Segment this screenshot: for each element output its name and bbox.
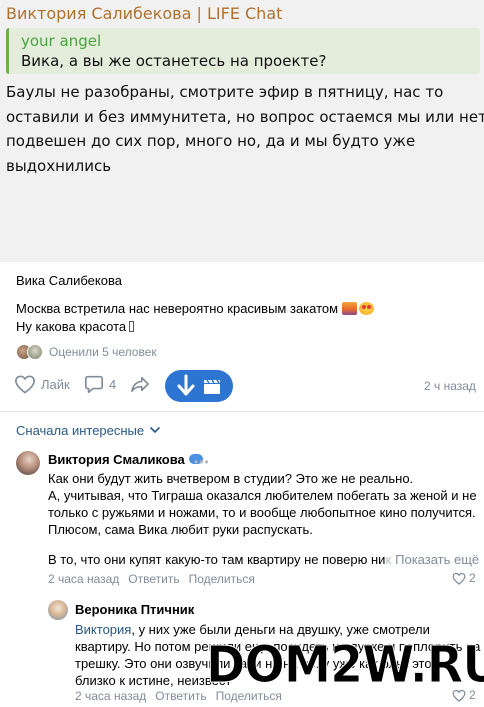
- chat-message-text: Баулы не разобраны, смотрите эфир в пятн…: [6, 80, 484, 178]
- quoted-text: Вика, а вы же останетесь на проекте?: [21, 52, 327, 70]
- comment-timestamp[interactable]: 2 часа назад: [75, 689, 146, 703]
- chat-title: Виктория Салибекова | LIFE Chat: [6, 4, 283, 23]
- reply-button[interactable]: Ответить: [155, 689, 206, 703]
- comment-text-fragment: , у них уже были деньги на двушку, уже с…: [131, 622, 430, 637]
- comment-text-line: только с ружьями и ножами, то и вообще л…: [48, 505, 476, 520]
- more-options-icon[interactable]: •••: [194, 455, 210, 469]
- post-text-line-1: Москва встретила нас невероятно красивым…: [16, 301, 339, 316]
- like-label: Лайк: [41, 376, 70, 392]
- site-watermark: DOM2W.RU: [206, 636, 484, 696]
- liker-avatar: [27, 344, 43, 360]
- missing-glyph-icon: [129, 321, 135, 332]
- comment-button[interactable]: 4: [84, 374, 116, 394]
- comment-author[interactable]: Вероника Птичник: [75, 602, 194, 617]
- chat-message-line: выдохнились: [6, 156, 112, 175]
- post-divider: [0, 411, 484, 412]
- comment-author[interactable]: Виктория Смаликова: [48, 452, 203, 467]
- heart-eyes-emoji-icon: [359, 302, 375, 315]
- comment-timestamp[interactable]: 2 часа назад: [48, 572, 119, 586]
- avatar[interactable]: [16, 451, 40, 475]
- clapperboard-icon: [204, 379, 220, 394]
- comment-like-button[interactable]: 2: [452, 571, 476, 585]
- comment-text-line: Как они будут жить вчетвером в студии? Э…: [48, 471, 414, 486]
- post-text-line: Ну какова красота: [16, 318, 374, 336]
- sort-label: Сначала интересные: [16, 423, 145, 438]
- chat-message-line: оставили и без иммунитета, но вопрос ост…: [6, 107, 484, 126]
- comment-tail-text: В то, что они купят какую-то там квартир…: [48, 552, 386, 567]
- avatar[interactable]: [48, 600, 68, 620]
- post-text-line: Москва встретила нас невероятно красивым…: [16, 300, 375, 318]
- comment-tail-faded: к: [385, 552, 392, 567]
- telegram-chat-panel: Виктория Салибекова | LIFE Chat your ang…: [0, 0, 484, 262]
- download-arrow-icon: [177, 374, 195, 396]
- show-more-link[interactable]: Показать ещё: [395, 552, 479, 567]
- sunset-emoji-icon: [342, 302, 358, 315]
- comment-icon: [85, 375, 103, 393]
- share-icon: [131, 376, 149, 393]
- comment-count: 4: [109, 376, 117, 392]
- comment-like-count: 2: [469, 571, 476, 585]
- quoted-message[interactable]: your angel Вика, а вы же останетесь на п…: [6, 28, 480, 74]
- comment-author-name: Виктория Смаликова: [48, 452, 185, 467]
- heart-icon: [15, 375, 35, 394]
- post-author[interactable]: Вика Салибекова: [16, 273, 122, 288]
- reply-to-link[interactable]: Виктория: [75, 622, 131, 637]
- chat-message-line: подвешен до сих пор, много но, да и мы б…: [6, 132, 416, 150]
- chevron-down-icon: [150, 427, 160, 434]
- post-text-line-2: Ну какова красота: [16, 319, 127, 334]
- post-text: Москва встретила нас невероятно красивым…: [16, 300, 375, 336]
- comment-text-line: А, учитывая, что Тиграша оказался любите…: [48, 488, 477, 503]
- comment-text: Как они будут жить вчетвером в студии? Э…: [48, 470, 477, 538]
- comment-text-truncated: В то, что они купят какую-то там квартир…: [48, 552, 479, 567]
- comment-text-line: Плюсом, сама Вика любит руки распускать.: [48, 522, 313, 537]
- like-button[interactable]: Лайк: [14, 374, 70, 394]
- reply-button[interactable]: Ответить: [128, 572, 179, 586]
- chat-message-line: Баулы не разобраны, смотрите эфир в пятн…: [6, 83, 444, 101]
- comment-meta: 2 часа назад Ответить Поделиться: [48, 572, 255, 586]
- post-timestamp[interactable]: 2 ч назад: [424, 379, 476, 393]
- share-button[interactable]: [130, 375, 150, 393]
- share-comment-button[interactable]: Поделиться: [189, 572, 255, 586]
- quoted-author: your angel: [21, 32, 102, 50]
- download-video-button[interactable]: [165, 370, 233, 402]
- heart-icon: [452, 572, 466, 585]
- likers-count-text: Оценили 5 человек: [49, 345, 157, 359]
- comments-sort-dropdown[interactable]: Сначала интересные: [16, 423, 160, 438]
